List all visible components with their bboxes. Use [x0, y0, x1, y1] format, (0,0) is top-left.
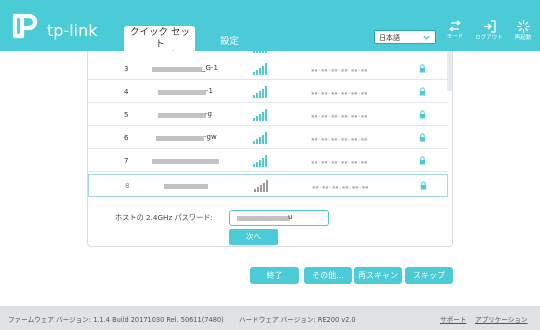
network-row[interactable]: 7 ▪▪-▪▪-▪▪-▪▪-▪▪-▪▪: [88, 150, 448, 172]
tab-settings[interactable]: 設定: [220, 33, 239, 47]
network-row[interactable]: 4 -1 ▪▪-▪▪-▪▪-▪▪-▪▪-▪▪: [88, 81, 448, 103]
top-header: tp-link クイック セット アップ 設定 日本語 モード ログアウト: [0, 0, 540, 62]
logout-label: ログアウト: [475, 35, 503, 41]
chevron-down-icon: [423, 35, 430, 40]
signal-strength-icon: [253, 132, 267, 144]
mac-address: ▪▪-▪▪-▪▪-▪▪-▪▪-▪▪: [311, 159, 368, 166]
logo-text: tp-link: [47, 21, 98, 40]
hardware-version: ハードウェア バージョン: RE200 v2.0: [239, 316, 356, 324]
lock-icon: [419, 133, 426, 142]
partial-signal-icon: [253, 51, 267, 53]
network-row[interactable]: 5 -g ▪▪-▪▪-▪▪-▪▪-▪▪-▪▪: [88, 104, 448, 126]
network-number: 3: [124, 65, 129, 73]
lock-icon: [419, 110, 426, 119]
network-number: 5: [124, 111, 129, 119]
ssid-redacted: [152, 67, 202, 72]
finish-button[interactable]: 終了: [250, 267, 299, 284]
support-link[interactable]: サポート: [440, 314, 466, 324]
network-number: 6: [124, 134, 129, 142]
network-row-selected[interactable]: 8 ▪▪-▪▪-▪▪-▪▪-▪▪-▪▪: [88, 174, 448, 197]
mac-address: ▪▪-▪▪-▪▪-▪▪-▪▪-▪▪: [311, 113, 368, 120]
ssid-suffix: -1: [206, 87, 213, 95]
signal-strength-icon: [253, 109, 267, 121]
network-number: 7: [124, 157, 129, 165]
lock-icon: [420, 181, 427, 190]
ssid-redacted: [152, 159, 219, 164]
mode-swap-icon: [448, 20, 462, 32]
reboot-button[interactable]: 再起動: [508, 20, 538, 50]
network-row[interactable]: 6 -gw ▪▪-▪▪-▪▪-▪▪-▪▪-▪▪: [88, 127, 448, 149]
mac-address: ▪▪-▪▪-▪▪-▪▪-▪▪-▪▪: [312, 184, 369, 191]
reboot-icon: [516, 20, 530, 33]
logout-icon: [483, 20, 496, 33]
footer: ファームウェア バージョン: 1.1.4 Build 20171030 Rel.…: [0, 306, 540, 330]
ssid-redacted: [158, 90, 206, 95]
network-number: 8: [125, 182, 130, 190]
signal-strength-icon: [253, 86, 267, 98]
ssid-redacted: [156, 136, 204, 141]
ssid-redacted: [164, 184, 208, 189]
next-button[interactable]: 次へ: [229, 229, 278, 245]
language-select[interactable]: 日本語: [374, 30, 436, 44]
ssid-redacted: [158, 113, 206, 118]
mode-button[interactable]: モード: [440, 20, 470, 50]
signal-strength-icon: [253, 63, 267, 75]
rescan-button[interactable]: 再スキャン: [354, 267, 402, 284]
firmware-version: ファームウェア バージョン: 1.1.4 Build 20171030 Rel.…: [8, 316, 224, 324]
mac-address: ▪▪-▪▪-▪▪-▪▪-▪▪-▪▪: [311, 67, 368, 74]
password-visible-char: u: [288, 213, 293, 221]
skip-button[interactable]: スキップ: [405, 267, 453, 284]
tp-link-logo[interactable]: tp-link: [9, 13, 99, 40]
ssid-suffix: _G-1: [202, 64, 218, 72]
other-button[interactable]: その他...: [304, 267, 352, 284]
mode-label: モード: [446, 34, 464, 40]
password-redacted: [237, 216, 290, 221]
lock-icon: [419, 87, 426, 96]
network-row[interactable]: 3 _G-1 ▪▪-▪▪-▪▪-▪▪-▪▪-▪▪: [88, 58, 448, 80]
signal-strength-icon: [253, 155, 267, 167]
app-link[interactable]: アプリケーション: [475, 314, 528, 324]
lock-icon: [419, 156, 426, 165]
lock-icon: [419, 64, 426, 73]
reboot-label: 再起動: [514, 35, 532, 41]
password-label: ホストの 2.4GHz パスワード:: [115, 213, 213, 222]
language-select-value: 日本語: [379, 34, 400, 42]
password-input[interactable]: u: [229, 210, 329, 226]
mac-address: ▪▪-▪▪-▪▪-▪▪-▪▪-▪▪: [311, 136, 368, 143]
network-number: 4: [124, 88, 129, 96]
tp-link-logo-icon: [12, 13, 38, 39]
ssid-suffix: -gw: [204, 133, 217, 141]
mac-address: ▪▪-▪▪-▪▪-▪▪-▪▪-▪▪: [311, 90, 368, 97]
logout-button[interactable]: ログアウト: [474, 20, 504, 50]
ssid-suffix: -g: [205, 110, 212, 118]
signal-strength-icon: [254, 180, 268, 192]
